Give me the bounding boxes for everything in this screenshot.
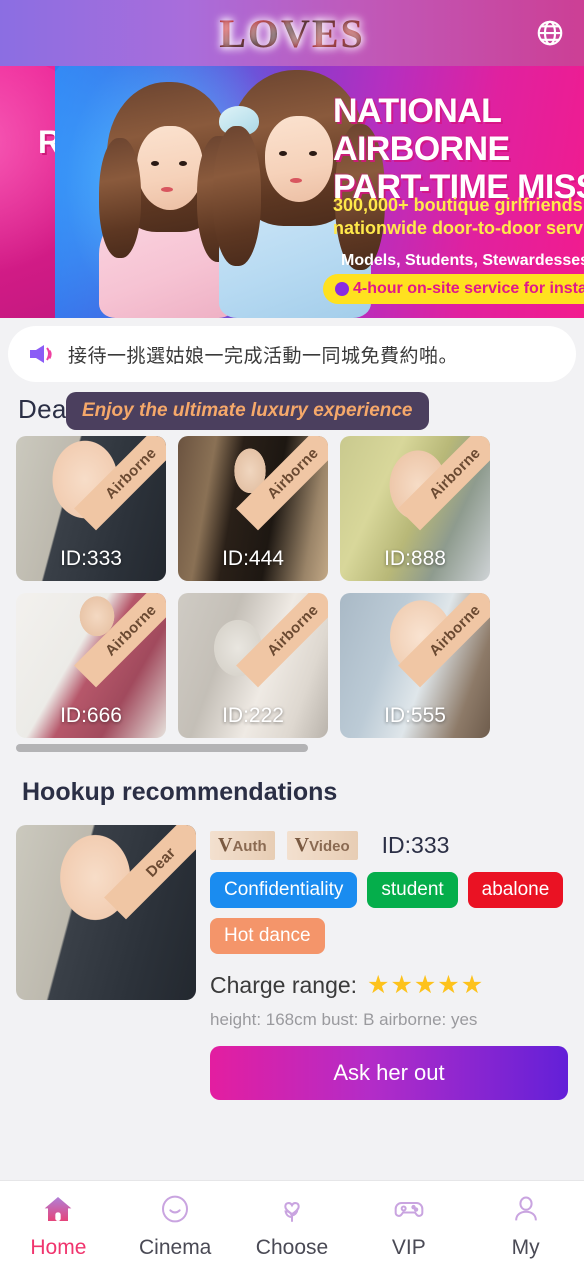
megaphone-icon	[28, 343, 54, 365]
girls-grid: Airborne ID:333 Airborne ID:444 Airborne…	[0, 436, 584, 738]
girl-card-id: ID:666	[60, 704, 122, 727]
notice-text: 接待一挑選姑娘一完成活動一同城免費約啪。	[68, 345, 459, 367]
banner-pill: 4-hour on-site service for instant resul…	[323, 274, 584, 304]
auth-badge: V Auth	[210, 831, 275, 860]
dear-heading-row: Dear... Enjoy the ultimate luxury experi…	[0, 388, 584, 432]
girl-card-id: ID:444	[222, 547, 284, 570]
app-header: LOVES	[0, 0, 584, 66]
rating-stars: ★★★★★	[367, 971, 485, 999]
recommendation-avatar[interactable]: Dear	[16, 825, 196, 1000]
tab-choose[interactable]: Choose	[234, 1193, 351, 1260]
tag-item[interactable]: Hot dance	[210, 918, 325, 954]
banner-carousel[interactable]: RNE S s ce ults	[0, 66, 584, 318]
banner-subtitle: 300,000+ boutique girlfriends nationwide…	[333, 195, 584, 239]
ask-her-out-button[interactable]: Ask her out	[210, 1046, 568, 1100]
app-logo: LOVES	[219, 10, 365, 56]
auth-badge-v: V	[218, 834, 233, 856]
tab-my[interactable]: My	[467, 1193, 584, 1260]
home-icon	[41, 1193, 75, 1230]
auth-badge-label: Auth	[232, 838, 267, 855]
girl-card[interactable]: Airborne ID:222	[178, 593, 328, 738]
tab-vip[interactable]: VIP	[350, 1193, 467, 1260]
charge-range-row: Charge range: ★★★★★	[210, 970, 568, 1000]
globe-icon[interactable]	[534, 17, 566, 49]
charge-range-label: Charge range:	[210, 971, 358, 998]
bottom-navigation: Home Cinema Choose VIP My	[0, 1180, 584, 1272]
tab-label-my: My	[511, 1236, 540, 1259]
tab-label-home: Home	[30, 1236, 87, 1259]
recommendation-info: V Auth V Video ID:333 Confidentiality stud…	[210, 825, 568, 1100]
tab-label-vip: VIP	[391, 1236, 426, 1259]
girl-card[interactable]: Airborne ID:333	[16, 436, 166, 581]
tag-item[interactable]: Confidentiality	[210, 872, 358, 908]
girl-card[interactable]: Airborne ID:888	[340, 436, 490, 581]
heart-plant-icon	[275, 1193, 309, 1230]
tag-item[interactable]: abalone	[467, 872, 564, 908]
banner-title: NATIONAL AIRBORNE PART-TIME MISS	[333, 92, 584, 207]
video-badge: V Video	[286, 831, 358, 860]
app-root: LOVES RNE S s ce ults	[0, 0, 584, 1272]
video-badge-v: V	[294, 834, 310, 856]
banner-slide-active[interactable]: NATIONAL AIRBORNE PART-TIME MISS 300,000…	[55, 66, 584, 318]
tab-cinema[interactable]: Cinema	[117, 1193, 234, 1260]
tab-home[interactable]: Home	[0, 1193, 117, 1260]
gamepad-icon	[392, 1193, 426, 1230]
girl-card[interactable]: Airborne ID:444	[178, 436, 328, 581]
person-icon	[509, 1193, 543, 1230]
girl-card-id: ID:555	[384, 704, 446, 727]
recommendation-card: Dear V Auth V Video ID:333 Confidentiality…	[0, 807, 584, 1100]
tab-label-cinema: Cinema	[139, 1236, 212, 1259]
notice-bar[interactable]: 接待一挑選姑娘一完成活動一同城免費約啪。	[8, 326, 576, 382]
recommendation-id: ID:333	[381, 832, 450, 858]
luxury-tooltip: Enjoy the ultimate luxury experience	[66, 392, 429, 430]
recommendation-meta: height: 168cm bust: B airborne: yes	[210, 1010, 478, 1029]
girl-card-id: ID:222	[222, 704, 284, 727]
verification-badges: V Auth V Video ID:333	[210, 831, 568, 860]
girls-grid-section: Airborne ID:333 Airborne ID:444 Airborne…	[0, 432, 584, 752]
banner-pill-label: 4-hour on-site service for instant resul…	[353, 280, 584, 297]
girl-card-id: ID:888	[384, 547, 446, 570]
girl-card-id: ID:333	[60, 547, 122, 570]
tag-item[interactable]: student	[367, 872, 458, 908]
smiley-icon	[158, 1193, 192, 1230]
section-title-hookup: Hookup recommendations	[22, 778, 338, 806]
bullet-dot-icon	[335, 282, 349, 296]
horizontal-scrollbar[interactable]	[16, 744, 308, 752]
video-badge-label: Video	[309, 838, 350, 855]
girl-card[interactable]: Airborne ID:555	[340, 593, 490, 738]
tag-list: Confidentiality student abalone Hot danc…	[210, 872, 568, 954]
girl-card[interactable]: Airborne ID:666	[16, 593, 166, 738]
tab-label-choose: Choose	[255, 1236, 329, 1259]
